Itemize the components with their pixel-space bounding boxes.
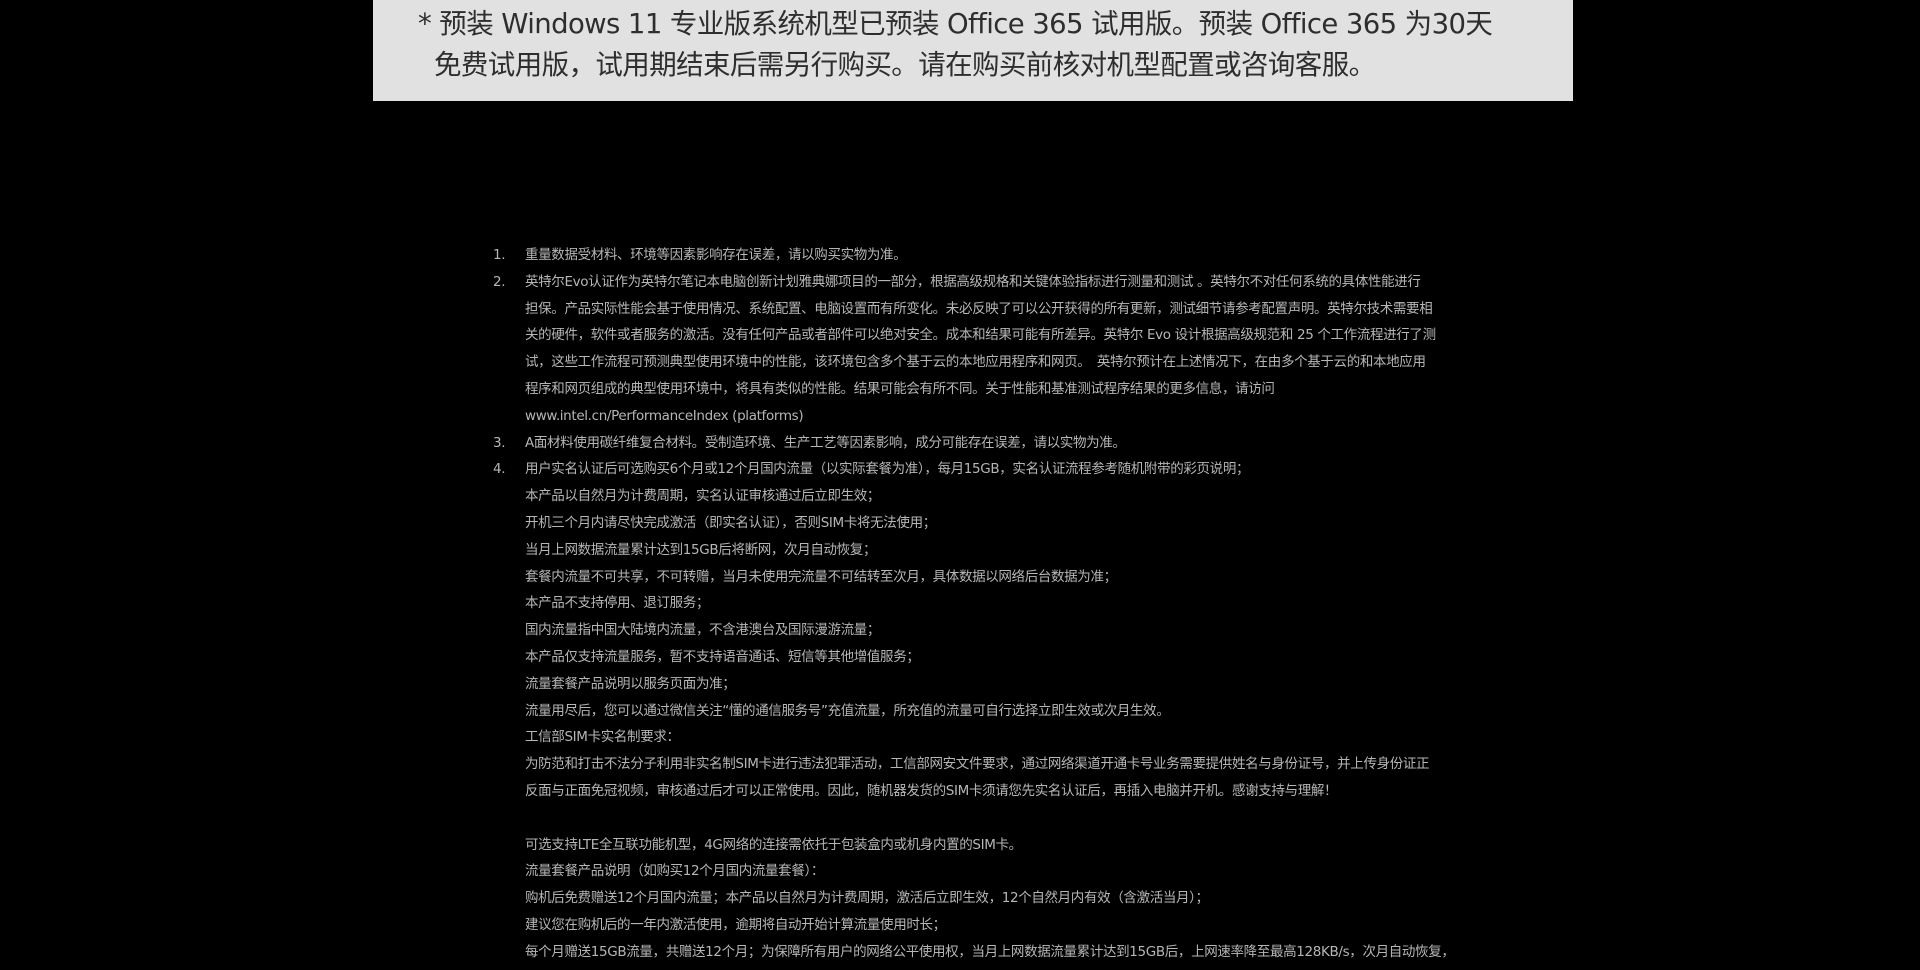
footnote-line: 英特尔Evo认证作为英特尔笔记本电脑创新计划雅典娜项目的一部分，根据高级规格和关… <box>525 273 1421 290</box>
footnote-line: 担保。产品实际性能会基于使用情况、系统配置、电脑设置而有所变化。未必反映了可以公… <box>525 300 1433 317</box>
footnote-line: 建议您在购机后的一年内激活使用，逾期将自动开始计算流量使用时长； <box>525 916 946 933</box>
footnote-line: 可选支持LTE全互联功能机型，4G网络的连接需依托于包装盒内或机身内置的SIM卡… <box>525 836 1022 853</box>
footnote-number: 1. <box>493 247 506 263</box>
office-notice-banner: * 预装 Windows 11 专业版系统机型已预装 Office 365 试用… <box>373 0 1573 101</box>
footnote-line: 工信部SIM卡实名制要求： <box>525 729 680 746</box>
footnote-line: 流量套餐产品说明以服务页面为准； <box>525 675 736 692</box>
banner-line-1: * 预装 Windows 11 专业版系统机型已预装 Office 365 试用… <box>418 8 1493 40</box>
footnote-line: 每个月赠送15GB流量，共赠送12个月；为保障所有用户的网络公平使用权，当月上网… <box>525 943 1455 960</box>
footnote-line: 套餐内流量不可共享，不可转赠，当月未使用完流量不可结转至次月，具体数据以网络后台… <box>525 568 1117 585</box>
footnote-line: 流量用尽后，您可以通过微信关注“懂的通信服务号”充值流量，所充值的流量可自行选择… <box>525 702 1170 719</box>
footnote-line: 试，这些工作流程可预测典型使用环境中的性能，该环境包含多个基于云的本地应用程序和… <box>525 354 1426 371</box>
footnote-item: 2. 英特尔Evo认证作为英特尔笔记本电脑创新计划雅典娜项目的一部分，根据高级规格… <box>0 269 1477 430</box>
footnote-line: 用户实名认证后可选购买6个月或12个月国内流量（以实际套餐为准），每月15GB，… <box>525 461 1250 478</box>
footnote-item: 4. 用户实名认证后可选购买6个月或12个月国内流量（以实际套餐为准），每月15G… <box>0 456 1477 965</box>
footnote-line: 本产品不支持停用、退订服务； <box>525 595 710 612</box>
footnote-line: 开机三个月内请尽快完成激活（即实名认证），否则SIM卡将无法使用； <box>525 514 936 531</box>
page: * 预装 Windows 11 专业版系统机型已预装 Office 365 试用… <box>0 0 1920 970</box>
footnote-line: 重量数据受材料、环境等因素影响存在误差，请以购买实物为准。 <box>525 247 907 263</box>
footnote-line: 关的硬件，软件或者服务的激活。没有任何产品或者部件可以绝对安全。成本和结果可能有… <box>525 327 1436 344</box>
footnote-line: 购机后免费赠送12个月国内流量；本产品以自然月为计费周期，激活后立即生效，12个… <box>525 890 1209 907</box>
footnotes-list: 1. 重量数据受材料、环境等因素影响存在误差，请以购买实物为准。 2. 英特尔Evo认… <box>0 242 1920 966</box>
banner-line-2: 免费试用版，试用期结束后需另行购买。请在购买前核对机型配置或咨询客服。 <box>434 49 1376 81</box>
footnote-line: 程序和网页组成的典型使用环境中，将具有类似的性能。结果可能会有所不同。关于性能和… <box>525 380 1275 397</box>
footnote-line: 当月上网数据流量累计达到15GB后将断网，次月自动恢复； <box>525 541 877 558</box>
footnote-line: 国内流量指中国大陆境内流量，不含港澳台及国际漫游流量； <box>525 622 881 639</box>
footnote-line: www.intel.cn/PerformanceIndex (platforms… <box>525 407 804 424</box>
footnote-line: 本产品以自然月为计费周期，实名认证审核通过后立即生效； <box>525 488 881 505</box>
footnote-line: 流量套餐产品说明（如购买12个月国内流量套餐）： <box>525 863 825 880</box>
footnote-item: 3. A面材料使用碳纤维复合材料。受制造环境、生产工艺等因素影响，成分可能存在误差… <box>0 430 1477 457</box>
footnote-line: A面材料使用碳纤维复合材料。受制造环境、生产工艺等因素影响，成分可能存在误差，请… <box>525 434 1126 451</box>
footnote-number: 4. <box>493 461 506 478</box>
footnote-number: 2. <box>493 273 506 290</box>
footnote-number: 3. <box>493 434 506 451</box>
footnote-line: 为防范和打击不法分子利用非实名制SIM卡进行违法犯罪活动，工信部网安文件要求，通… <box>525 756 1430 773</box>
footnote-item: 1. 重量数据受材料、环境等因素影响存在误差，请以购买实物为准。 <box>0 242 1477 269</box>
footnote-line: 本产品仅支持流量服务，暂不支持语音通话、短信等其他增值服务； <box>525 648 920 665</box>
footnote-line: 反面与正面免冠视频，审核通过后才可以正常使用。因此，随机器发货的SIM卡须请您先… <box>525 782 1338 799</box>
